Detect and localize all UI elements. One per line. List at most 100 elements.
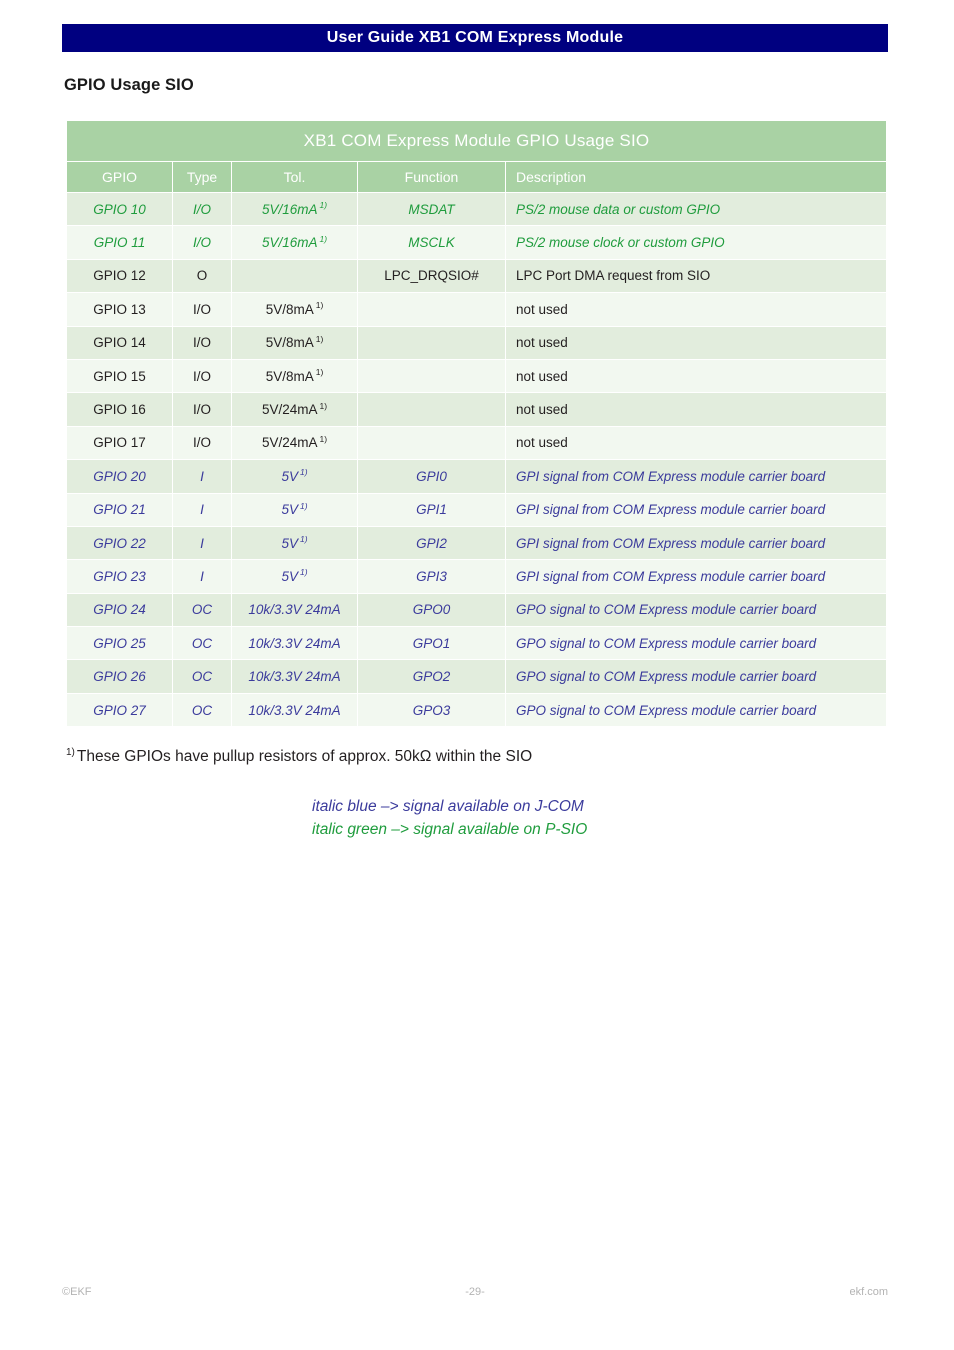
cell-gpio: GPIO 14 <box>66 325 173 360</box>
cell-tol: 10k/3.3V 24mA <box>231 659 358 694</box>
cell-tol <box>231 258 358 294</box>
table-row: GPIO 13 I/O 5V/8mA 1) not used <box>66 292 887 327</box>
footnote-text: These GPIOs have pullup resistors of app… <box>76 748 533 765</box>
cell-gpio: GPIO 10 <box>66 191 173 227</box>
table-row: GPIO 27 OC 10k/3.3V 24mA GPO3 GPO signal to … <box>66 692 887 728</box>
cell-function <box>357 425 506 461</box>
cell-gpio: GPIO 15 <box>66 358 173 394</box>
cell-type: I/O <box>172 392 232 427</box>
cell-gpio: GPIO 20 <box>66 459 173 494</box>
cell-gpio: GPIO 16 <box>66 392 173 427</box>
cell-description: GPI signal from COM Express module carri… <box>505 525 887 561</box>
footnote: 1) These GPIOs have pullup resistors of a… <box>66 746 533 766</box>
cell-description: not used <box>505 425 887 461</box>
cell-type: OC <box>172 659 232 694</box>
cell-tol: 10k/3.3V 24mA <box>231 692 358 728</box>
table-row: GPIO 20 I 5V 1) GPI0 GPI signal from COM Expr… <box>66 459 887 494</box>
page-header-banner: User Guide XB1 COM Express Module <box>62 24 888 52</box>
cell-tol-value: 10k/3.3V 24mA <box>248 669 341 685</box>
cell-function <box>357 292 506 327</box>
column-header-description: Description <box>505 161 887 193</box>
cell-tol-value: 5V/16mA <box>261 201 318 217</box>
cell-gpio: GPIO 21 <box>66 492 173 527</box>
cell-type: I/O <box>172 292 232 327</box>
cell-description: GPO signal to COM Express module carrier… <box>505 626 887 661</box>
column-header-gpio: GPIO <box>66 161 173 193</box>
cell-tol-footnote-marker: 1) <box>319 400 328 411</box>
cell-type: I/O <box>172 325 232 360</box>
column-header-tol: Tol. <box>231 161 358 193</box>
table-row: GPIO 15 I/O 5V/8mA 1) not used <box>66 358 887 394</box>
cell-description: not used <box>505 392 887 427</box>
table-row: GPIO 26 OC 10k/3.3V 24mA GPO2 GPO signal to … <box>66 659 887 694</box>
table-row: GPIO 23 I 5V 1) GPI3 GPI signal from COM Expr… <box>66 559 887 594</box>
table-row: GPIO 14 I/O 5V/8mA 1) not used <box>66 325 887 360</box>
table-row: GPIO 25 OC 10k/3.3V 24mA GPO1 GPO signal to … <box>66 626 887 661</box>
footnote-marker: 1) <box>66 746 75 758</box>
cell-gpio: GPIO 24 <box>66 592 173 628</box>
cell-tol-value: 5V <box>281 568 298 584</box>
cell-tol-value: 5V <box>281 468 298 484</box>
cell-tol-value: 5V/24mA <box>261 402 318 418</box>
cell-function: GPI0 <box>357 459 506 494</box>
cell-function: GPO2 <box>357 659 506 694</box>
cell-gpio: GPIO 12 <box>66 258 173 294</box>
cell-function: GPI2 <box>357 525 506 561</box>
cell-tol-value: 5V/8mA <box>265 368 314 384</box>
page-footer: ©EKF -29- ekf.com <box>62 1286 888 1302</box>
cell-function: GPO3 <box>357 692 506 728</box>
table-row: GPIO 12 O LPC_DRQSIO# LPC Port DMA request … <box>66 258 887 294</box>
cell-function: MSCLK <box>357 225 506 260</box>
cell-tol-value: 5V/8mA <box>265 301 314 317</box>
cell-tol: 5V 1) <box>231 492 358 527</box>
column-header-type: Type <box>172 161 232 193</box>
cell-description: not used <box>505 292 887 327</box>
cell-tol-footnote-marker: 1) <box>315 300 324 311</box>
cell-description: GPI signal from COM Express module carri… <box>505 492 887 527</box>
gpio-usage-table-container: XB1 COM Express Module GPIO Usage SIO GP… <box>66 120 887 728</box>
cell-gpio: GPIO 27 <box>66 692 173 728</box>
cell-tol-footnote-marker: 1) <box>315 367 324 378</box>
footer-page-number: -29- <box>465 1286 485 1298</box>
cell-tol: 5V/24mA 1) <box>231 425 358 461</box>
cell-tol-value: 5V <box>281 502 298 518</box>
cell-tol-footnote-marker: 1) <box>299 567 308 578</box>
cell-tol: 5V 1) <box>231 459 358 494</box>
table-row: GPIO 16 I/O 5V/24mA 1) not used <box>66 392 887 427</box>
cell-tol: 5V 1) <box>231 525 358 561</box>
cell-function <box>357 358 506 394</box>
cell-gpio: GPIO 25 <box>66 626 173 661</box>
cell-tol-value: 5V/8mA <box>265 335 314 351</box>
table-caption: XB1 COM Express Module GPIO Usage SIO <box>66 120 887 162</box>
table-row: GPIO 10 I/O 5V/16mA 1) MSDAT PS/2 mouse data … <box>66 191 887 227</box>
cell-description: PS/2 mouse data or custom GPIO <box>505 191 887 227</box>
table-row: GPIO 22 I 5V 1) GPI2 GPI signal from COM Expr… <box>66 525 887 561</box>
cell-function: GPI1 <box>357 492 506 527</box>
cell-tol-footnote-marker: 1) <box>299 467 308 478</box>
cell-type: I/O <box>172 225 232 260</box>
cell-gpio: GPIO 23 <box>66 559 173 594</box>
cell-tol-footnote-marker: 1) <box>319 433 328 444</box>
cell-function <box>357 392 506 427</box>
cell-type: OC <box>172 626 232 661</box>
cell-tol-value: 10k/3.3V 24mA <box>248 602 341 618</box>
cell-gpio: GPIO 11 <box>66 225 173 260</box>
legend: italic blue –> signal available on J-COM… <box>312 795 587 842</box>
table-row: GPIO 11 I/O 5V/16mA 1) MSCLK PS/2 mouse clock… <box>66 225 887 260</box>
table-header-row: GPIO Type Tol. Function Description <box>66 161 887 193</box>
cell-tol: 5V/16mA 1) <box>231 225 358 260</box>
cell-type: OC <box>172 692 232 728</box>
table-row: GPIO 21 I 5V 1) GPI1 GPI signal from COM Expr… <box>66 492 887 527</box>
page-title: GPIO Usage SIO <box>64 76 194 94</box>
table-row: GPIO 24 OC 10k/3.3V 24mA GPO0 GPO signal to … <box>66 592 887 628</box>
cell-type: I <box>172 525 232 561</box>
cell-tol: 10k/3.3V 24mA <box>231 626 358 661</box>
cell-type: I <box>172 559 232 594</box>
cell-tol-footnote-marker: 1) <box>299 500 308 511</box>
cell-function: GPO0 <box>357 592 506 628</box>
cell-description: GPI signal from COM Express module carri… <box>505 459 887 494</box>
cell-description: GPO signal to COM Express module carrier… <box>505 692 887 728</box>
table-caption-row: XB1 COM Express Module GPIO Usage SIO <box>66 120 887 162</box>
cell-gpio: GPIO 17 <box>66 425 173 461</box>
cell-tol: 5V/8mA 1) <box>231 325 358 360</box>
